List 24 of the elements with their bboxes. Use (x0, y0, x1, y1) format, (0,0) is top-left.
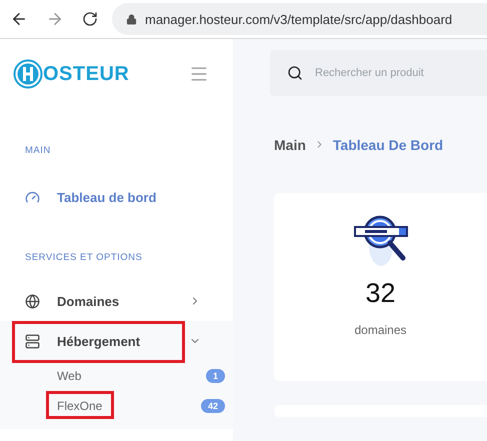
sidebar-item[interactable]: Tableau de bord (0, 176, 233, 218)
logo-icon (13, 59, 43, 89)
gauge-icon (25, 190, 40, 204)
search-icon (287, 65, 303, 81)
breadcrumb-item[interactable]: Tableau De Bord (332, 136, 444, 152)
logo-text: OSTEUR (43, 62, 130, 86)
submenu-item[interactable]: Web 1 (0, 361, 233, 391)
lock-icon (126, 14, 137, 24)
server-icon (25, 334, 40, 348)
section-title: SERVICES ET OPTIONS (24, 252, 144, 262)
stat-label: domaines (354, 323, 407, 337)
sidebar-item[interactable]: Hébergement (0, 321, 233, 361)
back-icon[interactable] (10, 10, 28, 28)
reload-icon[interactable] (82, 11, 98, 27)
forward-icon[interactable] (46, 10, 64, 28)
globe-icon (25, 294, 40, 308)
count-badge: 1 (206, 369, 225, 383)
breadcrumb-item[interactable]: Main (274, 136, 306, 152)
count-badge: 42 (200, 399, 225, 413)
address-bar[interactable]: manager.hosteur.com/v3/template/src/app/dashboard (112, 3, 487, 35)
sidebar-item[interactable]: Domaines (0, 281, 233, 321)
submenu-item[interactable]: FlexOne 42 (0, 391, 233, 421)
stat-value: 32 (365, 278, 396, 309)
section-title: MAIN (24, 144, 52, 156)
